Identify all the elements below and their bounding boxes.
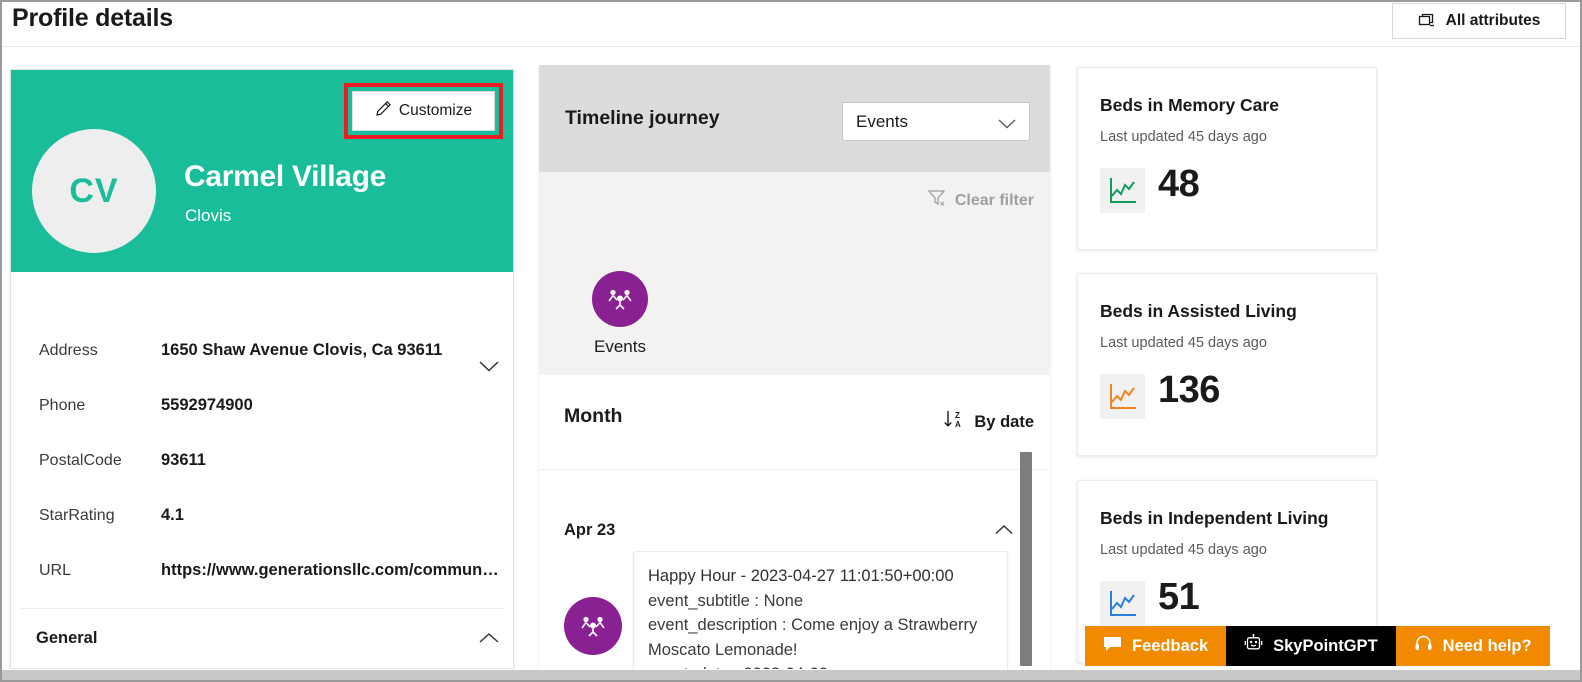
profile-name: Carmel Village xyxy=(184,160,386,194)
skypointgpt-button[interactable]: SkyPointGPT xyxy=(1226,626,1396,666)
skypointgpt-label: SkyPointGPT xyxy=(1273,637,1378,656)
profile-hero: Customize CV Carmel Village Clovis xyxy=(11,70,514,272)
kpi-title: Beds in Memory Care xyxy=(1100,95,1279,116)
copy-stack-icon xyxy=(1418,12,1437,31)
timeline-group-bar: Month Z A By date xyxy=(539,375,1050,470)
kpi-card-assisted-living[interactable]: Beds in Assisted Living Last updated 45 … xyxy=(1077,273,1377,456)
all-attributes-label: All attributes xyxy=(1446,12,1541,30)
profile-collapse-row[interactable] xyxy=(11,272,513,324)
feedback-button[interactable]: Feedback xyxy=(1085,626,1226,666)
chevron-up-icon[interactable] xyxy=(478,632,500,650)
attribute-key: Phone xyxy=(39,397,85,415)
top-bar: Profile details All attributes xyxy=(2,2,1580,47)
feedback-label: Feedback xyxy=(1132,637,1208,656)
attribute-value: 5592974900 xyxy=(161,396,253,415)
profile-subtitle: Clovis xyxy=(185,206,231,226)
chevron-up-icon[interactable] xyxy=(994,523,1014,541)
profile-attribute-list: Address 1650 Shaw Avenue Clovis, Ca 9361… xyxy=(11,328,513,603)
kpi-card-memory-care[interactable]: Beds in Memory Care Last updated 45 days… xyxy=(1077,67,1377,250)
customize-label: Customize xyxy=(399,102,472,120)
line-chart-icon xyxy=(1100,168,1145,213)
customize-button[interactable]: Customize xyxy=(352,91,495,131)
attribute-key: StarRating xyxy=(39,507,115,525)
attribute-key: URL xyxy=(39,562,71,580)
line-chart-icon xyxy=(1100,581,1145,626)
kpi-value: 51 xyxy=(1158,576,1199,619)
attribute-row: StarRating 4.1 xyxy=(11,493,513,548)
general-section-header[interactable]: General xyxy=(11,609,513,669)
kpi-title: Beds in Assisted Living xyxy=(1100,301,1297,322)
pencil-icon xyxy=(375,100,392,122)
timeline-group-label: Apr 23 xyxy=(564,521,615,540)
timeline-filter-area: Clear filter Events xyxy=(539,172,1050,375)
sort-descending-za-icon: Z A xyxy=(943,409,965,435)
svg-text:Z: Z xyxy=(955,411,960,420)
general-section-label: General xyxy=(36,629,97,648)
chat-bubble-icon xyxy=(1103,635,1122,658)
event-description-line2: Moscato Lemonade! xyxy=(648,638,993,663)
chevron-down-icon xyxy=(997,117,1017,135)
timeline-scrollbar-thumb[interactable] xyxy=(1020,452,1032,666)
kpi-subtitle: Last updated 45 days ago xyxy=(1100,335,1267,351)
timeline-group-header[interactable]: Apr 23 xyxy=(539,517,1009,551)
timeline-group-apr23: Apr 23 xyxy=(539,469,1050,675)
timeline-title: Timeline journey xyxy=(565,107,720,130)
filter-clear-icon xyxy=(927,189,947,212)
avatar: CV xyxy=(32,129,156,253)
timeline-journey-panel: Timeline journey Events Clear fil xyxy=(539,65,1050,675)
attribute-row: Address 1650 Shaw Avenue Clovis, Ca 9361… xyxy=(11,328,513,383)
timeline-header: Timeline journey Events xyxy=(539,65,1050,172)
kpi-subtitle: Last updated 45 days ago xyxy=(1100,542,1267,558)
kpi-value: 136 xyxy=(1158,369,1220,412)
event-subtitle: event_subtitle : None xyxy=(648,589,993,614)
line-chart-icon xyxy=(1100,374,1145,419)
event-description-line1: event_description : Come enjoy a Strawbe… xyxy=(648,613,993,638)
attribute-value-url[interactable]: https://www.generationsllc.com/communi… xyxy=(161,561,501,580)
event-title: Happy Hour - 2023-04-27 11:01:50+00:00 xyxy=(648,564,993,589)
timeline-type-value: Events xyxy=(856,112,908,132)
timeline-group-by-label: Month xyxy=(564,405,622,428)
headset-icon xyxy=(1414,634,1433,658)
attribute-value: 4.1 xyxy=(161,506,184,525)
timeline-sort-button[interactable]: Z A By date xyxy=(943,409,1034,435)
kpi-title: Beds in Independent Living xyxy=(1100,508,1328,529)
people-group-icon xyxy=(564,597,622,655)
attribute-value: 1650 Shaw Avenue Clovis, Ca 93611 xyxy=(161,341,442,360)
people-group-icon xyxy=(592,271,648,327)
profile-card: Customize CV Carmel Village Clovis Addre… xyxy=(10,69,514,669)
attribute-row: PostalCode 93611 xyxy=(11,438,513,493)
bottom-widget-bar: Feedback SkyPointGPT xyxy=(1085,626,1550,666)
clear-filter-button[interactable]: Clear filter xyxy=(927,189,1034,212)
robot-icon xyxy=(1244,634,1263,658)
attribute-row: Phone 5592974900 xyxy=(11,383,513,438)
bottom-strip xyxy=(2,669,1580,680)
clear-filter-label: Clear filter xyxy=(955,192,1034,210)
app-window: Profile details All attributes xyxy=(0,0,1582,682)
kpi-value: 48 xyxy=(1158,163,1199,206)
need-help-label: Need help? xyxy=(1443,637,1532,656)
attribute-key: Address xyxy=(39,342,98,360)
svg-text:A: A xyxy=(955,420,961,429)
need-help-button[interactable]: Need help? xyxy=(1396,626,1550,666)
kpi-subtitle: Last updated 45 days ago xyxy=(1100,129,1267,145)
timeline-filter-chip-label: Events xyxy=(573,337,667,357)
timeline-filter-chip-events[interactable]: Events xyxy=(573,271,667,357)
attribute-key: PostalCode xyxy=(39,452,122,470)
attribute-row: URL https://www.generationsllc.com/commu… xyxy=(11,548,513,603)
all-attributes-button[interactable]: All attributes xyxy=(1392,3,1566,39)
attribute-value: 93611 xyxy=(161,451,206,470)
timeline-sort-label: By date xyxy=(974,413,1034,432)
avatar-initials: CV xyxy=(69,172,118,211)
timeline-event-card[interactable]: Happy Hour - 2023-04-27 11:01:50+00:00 e… xyxy=(633,551,1008,675)
page-title: Profile details xyxy=(12,4,173,33)
timeline-type-select[interactable]: Events xyxy=(842,102,1030,141)
